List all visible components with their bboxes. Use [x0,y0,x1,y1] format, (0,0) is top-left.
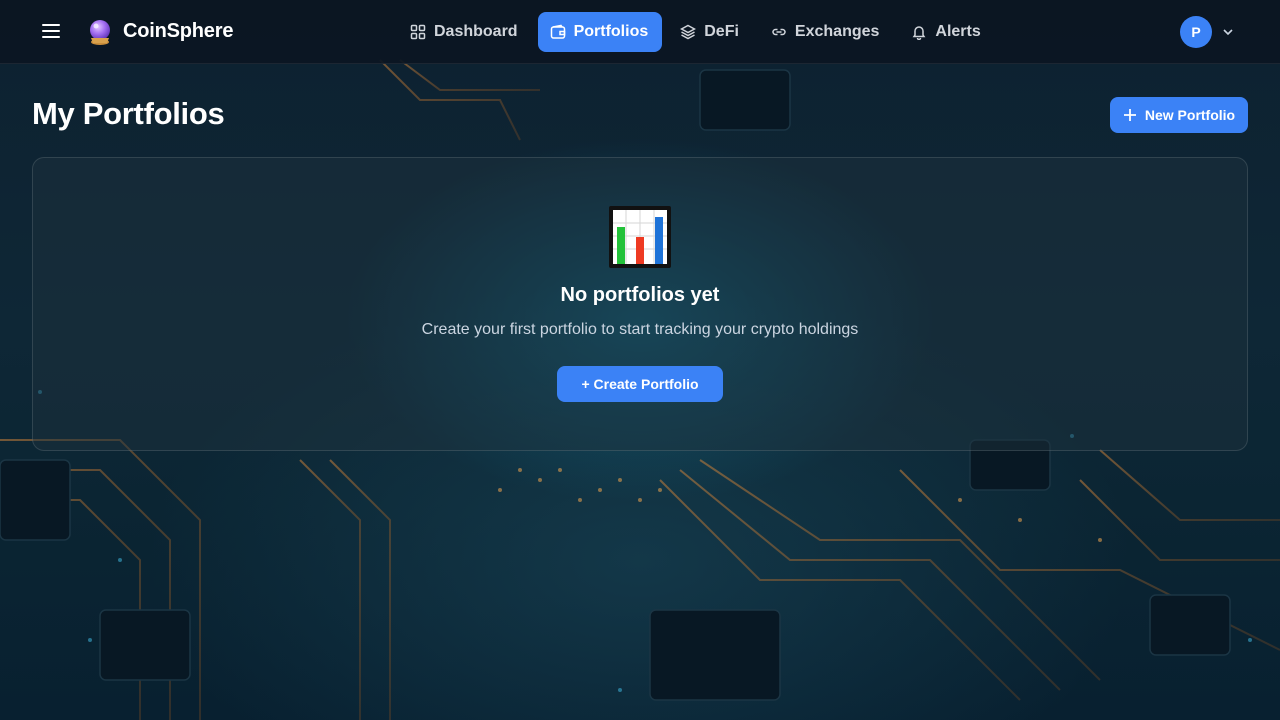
empty-state-title: No portfolios yet [560,284,720,306]
hamburger-menu-icon[interactable] [40,22,64,42]
empty-state-description: Create your first portfolio to start tra… [421,321,859,338]
nav-item-label: DeFi [704,23,739,40]
nav-item-exchanges[interactable]: Exchanges [759,12,893,52]
empty-state-card: No portfolios yet Create your first port… [32,157,1248,451]
user-avatar[interactable]: P [1180,16,1212,48]
nav-item-label: Exchanges [794,23,880,40]
bar-chart-icon [609,206,671,268]
main-nav: Dashboard Portfolios DeFi Exchanges Aler… [398,12,995,52]
nav-item-label: Alerts [935,23,981,40]
page-title: My Portfolios [32,96,225,131]
layers-icon [680,24,697,40]
nav-item-dashboard[interactable]: Dashboard [398,12,532,52]
create-portfolio-button[interactable]: + Create Portfolio [557,366,723,402]
nav-item-defi[interactable]: DeFi [668,12,753,52]
link-icon [772,28,786,36]
wallet-icon [550,24,565,39]
nav-item-label: Dashboard [434,23,518,40]
grid-icon [410,24,426,40]
nav-item-portfolios[interactable]: Portfolios [537,12,663,52]
nav-item-alerts[interactable]: Alerts [899,12,994,52]
new-portfolio-button[interactable]: New Portfolio [1110,97,1248,133]
chevron-down-icon[interactable] [1221,26,1235,38]
crystal-ball-icon [90,20,110,45]
top-navigation-bar: CoinSphere Dashboard Portfolios DeFi Exc… [0,0,1280,64]
brand-name[interactable]: CoinSphere [123,20,233,43]
bell-icon [913,26,926,40]
new-portfolio-label: New Portfolio [1144,107,1236,123]
nav-item-label: Portfolios [573,23,649,40]
plus-icon [1123,109,1136,121]
